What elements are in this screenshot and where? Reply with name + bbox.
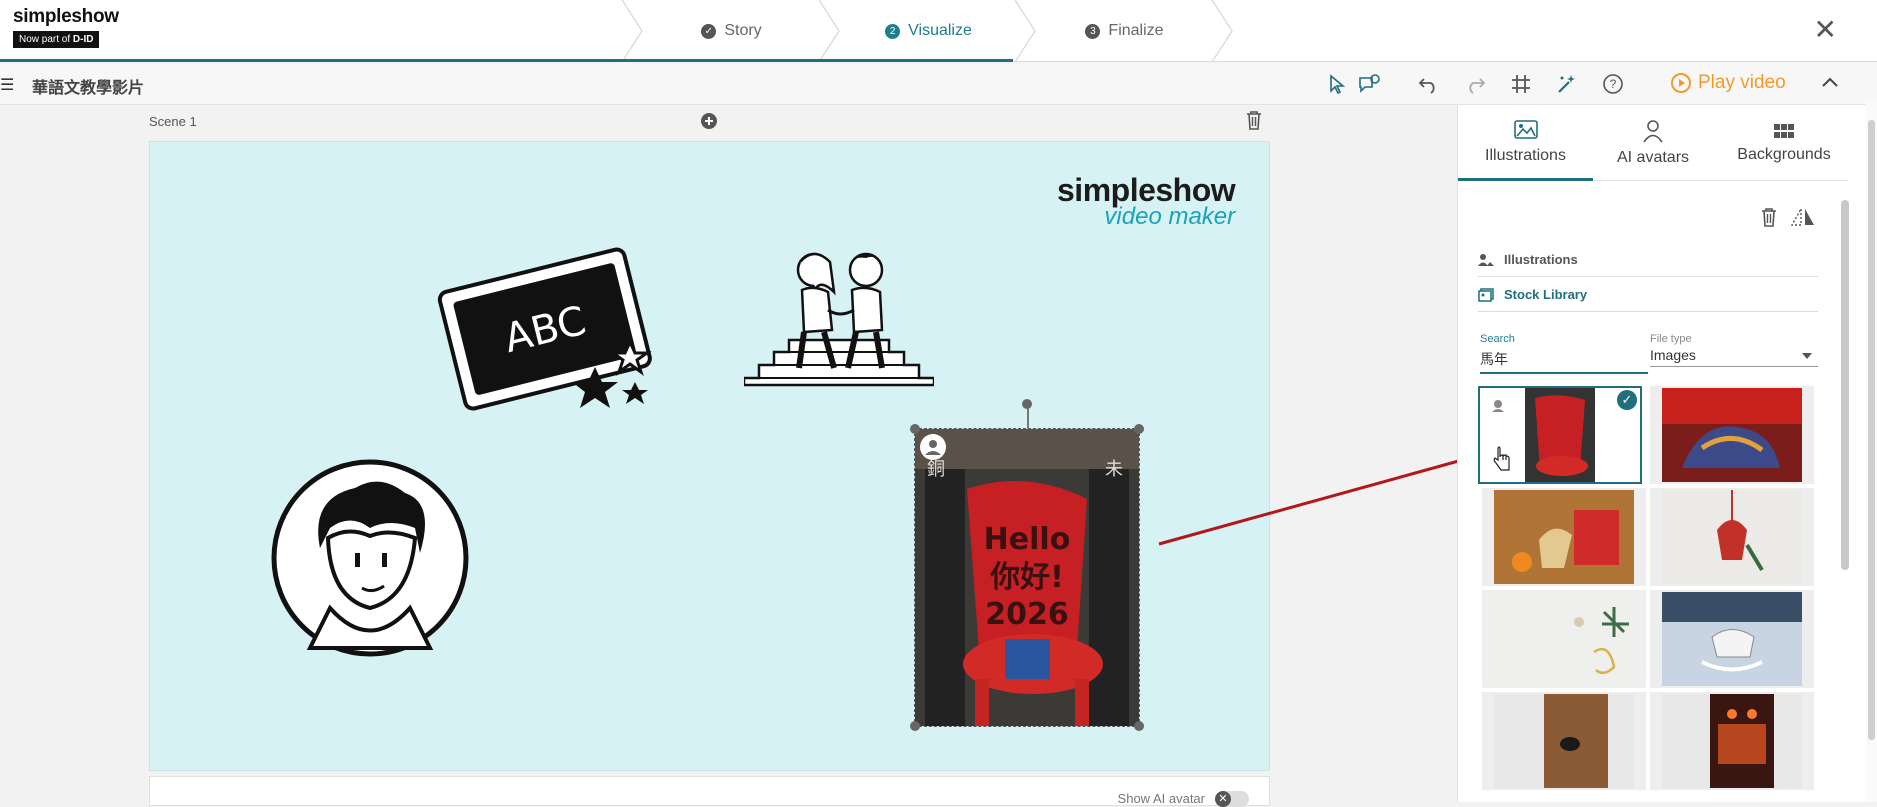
illustration-source-icon — [1478, 253, 1494, 266]
delete-scene-icon[interactable] — [1245, 110, 1263, 135]
stock-library-icon — [1478, 287, 1494, 302]
show-ai-avatar-label: Show AI avatar — [1117, 791, 1205, 806]
asset-panel: Illustrations AI avatars Backgrounds Ill… — [1457, 105, 1877, 802]
page-scrollbar[interactable] — [1866, 100, 1877, 802]
annotation-arrow-icon — [1158, 449, 1485, 546]
step-number-icon: 2 — [885, 23, 901, 39]
rotate-handle[interactable] — [1022, 399, 1032, 409]
step-label: Visualize — [908, 22, 972, 39]
step-finalize[interactable]: 3 Finalize — [1026, 0, 1223, 62]
flip-horizontal-icon[interactable] — [1790, 206, 1816, 232]
add-scene-icon[interactable] — [700, 112, 718, 135]
step-divider-icon — [1211, 0, 1233, 62]
help-icon[interactable]: ? — [1600, 71, 1626, 97]
stock-thumb[interactable] — [1482, 488, 1646, 586]
brand-logo[interactable]: simpleshow Now part of D-ID — [13, 6, 119, 48]
grid-icon[interactable] — [1508, 71, 1534, 97]
play-video-button[interactable]: Play video — [1670, 72, 1786, 94]
avatar-icon — [1643, 120, 1663, 143]
tab-backgrounds[interactable]: Backgrounds — [1713, 105, 1855, 181]
resize-handle-br[interactable] — [1134, 721, 1144, 731]
brand-name: simpleshow — [13, 6, 119, 27]
step-visualize[interactable]: 2 Visualize — [830, 0, 1027, 62]
banner-text-hello: Hello — [984, 522, 1071, 557]
file-type-select[interactable]: Images — [1650, 347, 1818, 367]
source-illustrations[interactable]: Illustrations — [1478, 243, 1818, 277]
step-number-icon: 3 — [1085, 23, 1101, 39]
tab-ai-avatars[interactable]: AI avatars — [1593, 105, 1713, 181]
tab-label: Backgrounds — [1737, 146, 1831, 163]
stock-thumb[interactable] — [1482, 692, 1646, 790]
scene-label: Scene 1 — [149, 114, 197, 129]
chalkboard-illustration[interactable]: ABC — [430, 232, 680, 422]
banner-side-left: 銅 — [927, 459, 945, 480]
chevron-up-icon[interactable] — [1818, 71, 1842, 100]
tab-label: AI avatars — [1616, 149, 1690, 166]
project-title[interactable]: 華語文教學影片 — [32, 74, 144, 98]
progress-underline — [0, 59, 1013, 62]
page-scrollbar-thumb[interactable] — [1868, 120, 1875, 740]
banner-text-nihao: 你好! — [989, 560, 1064, 595]
search-label: Search — [1480, 333, 1515, 345]
delete-asset-icon[interactable] — [1760, 207, 1778, 232]
stock-thumb[interactable] — [1650, 386, 1814, 484]
partner-logo: D-ID — [72, 34, 94, 45]
resize-handle-bl[interactable] — [910, 721, 920, 731]
selected-check-icon: ✓ — [1617, 390, 1637, 410]
check-icon: ✓ — [701, 23, 717, 39]
magic-wand-icon[interactable] — [1554, 71, 1580, 97]
stock-thumb[interactable] — [1650, 590, 1814, 688]
asset-tabs: Illustrations AI avatars Backgrounds — [1458, 105, 1848, 181]
file-type-value: Images — [1650, 347, 1696, 363]
banner-side-right: 未 — [1105, 459, 1123, 480]
workflow-steps: ✓ Story 2 Visualize 3 Finalize — [618, 0, 1233, 62]
top-bar: simpleshow Now part of D-ID ✓ Story 2 Vi… — [0, 0, 1877, 62]
step-label: Finalize — [1108, 22, 1164, 39]
tab-label: Illustrations — [1485, 146, 1566, 164]
redo-icon[interactable] — [1462, 71, 1488, 97]
stock-thumb[interactable] — [1650, 692, 1814, 790]
tab-illustrations[interactable]: Illustrations — [1458, 105, 1593, 181]
file-type-label: File type — [1650, 333, 1692, 345]
stock-thumb-selected[interactable]: ✓ — [1478, 386, 1642, 484]
hand-cursor-icon — [1493, 446, 1510, 471]
close-icon[interactable]: ✕ — [1814, 16, 1837, 44]
show-ai-avatar-toggle[interactable]: ✕ — [1215, 791, 1249, 807]
panel-scrollbar[interactable] — [1841, 200, 1849, 570]
resize-handle-tr[interactable] — [1134, 424, 1144, 434]
step-story[interactable]: ✓ Story — [633, 0, 830, 62]
backgrounds-grid-icon — [1774, 124, 1794, 138]
menu-icon[interactable]: ☰ — [0, 75, 14, 95]
comment-icon[interactable] — [1356, 71, 1382, 97]
resize-handle-tl[interactable] — [910, 424, 920, 434]
horse-banner-photo: Hello 你好! 2026 銅 未 — [915, 429, 1139, 726]
banner-text-year: 2026 — [985, 597, 1069, 632]
source-illustrations-label: Illustrations — [1504, 252, 1578, 267]
play-video-label: Play video — [1698, 72, 1786, 93]
person-portrait-illustration[interactable] — [270, 458, 470, 658]
select-cursor-icon[interactable] — [1324, 71, 1350, 97]
play-icon — [1671, 73, 1691, 93]
image-icon — [1513, 119, 1538, 139]
stock-thumb[interactable] — [1482, 590, 1646, 688]
editor-toolbar: ☰ 華語文教學影片 ? Play video — [0, 63, 1877, 105]
step-label: Story — [724, 22, 762, 39]
chevron-down-icon — [1802, 353, 1812, 359]
stock-thumb[interactable] — [1650, 488, 1814, 586]
source-stock-library[interactable]: Stock Library — [1478, 278, 1818, 312]
search-input[interactable]: 馬年 — [1480, 349, 1648, 374]
friends-on-stairs-illustration[interactable] — [744, 240, 934, 390]
stage-logo[interactable]: simpleshow video maker — [1057, 172, 1236, 231]
toggle-off-icon: ✕ — [1215, 791, 1231, 807]
undo-icon[interactable] — [1416, 71, 1442, 97]
scene-canvas[interactable]: simpleshow video maker ABC Hello 你好! 202… — [149, 141, 1270, 771]
brand-tagline: Now part of D-ID — [13, 31, 100, 48]
source-stock-label: Stock Library — [1504, 287, 1588, 302]
selected-image-frame[interactable]: Hello 你好! 2026 銅 未 — [910, 399, 1144, 731]
svg-text:?: ? — [1610, 77, 1617, 91]
